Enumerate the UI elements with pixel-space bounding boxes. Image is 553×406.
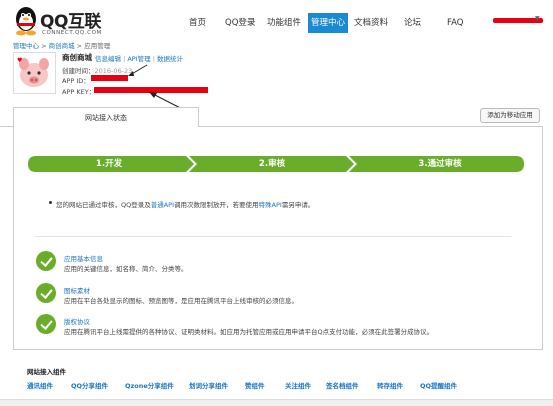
logo-title: QQ互联 <box>40 12 101 32</box>
check-icon <box>36 251 56 271</box>
breadcrumb-current: 应用管理 <box>84 42 111 50</box>
check-icon <box>36 283 56 303</box>
breadcrumb: 管理中心 > 商创商城 > 应用管理 <box>13 40 110 50</box>
app-link-edit[interactable]: 信息编辑 <box>95 55 121 63</box>
app-pig-icon: ♥ <box>17 57 49 87</box>
app-link-api[interactable]: API管理 <box>127 55 150 63</box>
check-icon <box>36 314 56 334</box>
components-title: 网站接入组件 <box>27 368 66 376</box>
step-develop: 1.开发 <box>95 159 123 169</box>
bullet-icon <box>49 201 52 204</box>
item-title-icon-assets[interactable]: 图标素材 <box>64 285 90 295</box>
component-link-qq-reminder[interactable]: QQ提醒组件 <box>420 380 457 390</box>
component-link-save[interactable]: 转存组件 <box>377 380 403 390</box>
item-desc: 应用在腾讯平台上线需提供的各种协议、证明类材料。如应用为托管应用或应用申请平台Q… <box>64 328 434 336</box>
breadcrumb-separator: > <box>74 42 85 50</box>
nav-item-faq[interactable]: FAQ <box>447 13 463 33</box>
nav-item-admin-center[interactable]: 管理中心 <box>308 13 349 33</box>
app-id-label: APP ID： <box>62 77 90 85</box>
tab-site-access-status[interactable]: 网站接入状态 <box>13 107 199 127</box>
component-link-follow[interactable]: 关注组件 <box>285 380 311 390</box>
app-name: 商创商城 <box>62 53 92 62</box>
nav-item-components[interactable]: 功能组件 <box>267 13 301 33</box>
approval-notice: 您的网站已通过审核，QQ登录及普通API调用次数限制放开，若要使用特殊API需另… <box>56 199 314 209</box>
app-created-label: 创建时间： <box>62 67 95 75</box>
breadcrumb-separator: > <box>39 42 49 50</box>
list-item: 图标素材 应用在平台各处显示的图标、预览图等，是应用在腾讯平台上线审核的必须信息… <box>36 283 516 307</box>
notice-text: 调用次数限制放开，若要使用 <box>174 201 259 209</box>
step-review: 2.审核 <box>258 159 286 169</box>
breadcrumb-link-admin[interactable]: 管理中心 <box>13 42 39 50</box>
component-link-like[interactable]: 赞组件 <box>245 380 265 390</box>
notice-link-special-api[interactable]: 特殊API <box>259 201 282 209</box>
component-link-qzone-share[interactable]: Qzone分享组件 <box>125 380 174 390</box>
bottom-bar <box>0 399 553 406</box>
item-title-basic-info[interactable]: 应用基本信息 <box>64 253 103 263</box>
app-id-redacted <box>91 75 128 81</box>
notice-text: 需另申请。 <box>281 201 315 209</box>
item-desc: 应用的关键信息，如名称、简介、分类等。 <box>64 265 188 273</box>
list-item: 应用基本信息 应用的关键信息，如名称、简介、分类等。 <box>36 251 516 275</box>
app-key-label: APP KEY： <box>62 88 96 96</box>
tab-divider <box>0 126 13 127</box>
app-link-stats[interactable]: 数据统计 <box>157 55 183 63</box>
step-approved: 3.通过审核 <box>418 159 462 169</box>
nav-item-home[interactable]: 首页 <box>189 13 206 33</box>
chevron-down-icon[interactable]: ▼ <box>535 15 540 22</box>
app-created-row: 创建时间：2016-06-23 <box>62 65 132 75</box>
item-desc: 应用在平台各处显示的图标、预览图等，是应用在腾讯平台上线审核的必须信息。 <box>64 297 298 305</box>
item-title-copyright[interactable]: 版权协议 <box>64 316 90 326</box>
list-item: 版权协议 应用在腾讯平台上线需提供的各种协议、证明类材料。如应用为托管应用或应用… <box>36 314 516 338</box>
component-link-selection-share[interactable]: 划词分享组件 <box>189 380 228 390</box>
svg-text:♥: ♥ <box>17 57 22 64</box>
annotation-arrow <box>128 64 148 76</box>
nav-item-qq-login[interactable]: QQ登录 <box>225 13 255 33</box>
breadcrumb-link-app[interactable]: 商创商城 <box>49 42 75 50</box>
app-links: 信息编辑 | API管理 | 数据统计 <box>95 55 184 63</box>
qq-penguin-icon <box>16 7 36 36</box>
component-link-signature[interactable]: 签名档组件 <box>326 380 359 390</box>
component-link-qq-share[interactable]: QQ分享组件 <box>71 380 108 390</box>
notice-text: 您的网站已通过审核，QQ登录及 <box>56 201 151 209</box>
component-link-message[interactable]: 通讯组件 <box>27 380 53 390</box>
section-divider <box>35 236 511 237</box>
add-mobile-app-button[interactable]: 添加为移动应用 <box>480 108 540 123</box>
logo-subtitle: CONNECT.QQ.COM <box>42 30 102 36</box>
app-icon: ♥ <box>13 52 56 94</box>
nav-item-docs[interactable]: 文档资料 <box>354 13 388 33</box>
qq-connect-logo[interactable]: QQ互联 CONNECT.QQ.COM <box>13 6 123 40</box>
nav-item-forum[interactable]: 论坛 <box>404 13 421 33</box>
review-progress: 1.开发 2.审核 3.通过审核 <box>28 156 524 172</box>
notice-link-normal-api[interactable]: 普通API <box>151 201 174 209</box>
